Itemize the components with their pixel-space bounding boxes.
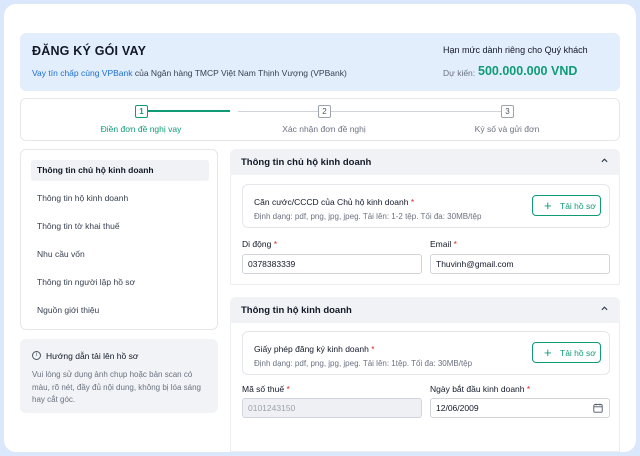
info-icon: i [32,351,41,360]
plus-icon: + [544,198,552,213]
start-date-value: 12/06/2009 [436,403,479,413]
subtitle-text: của Ngân hàng TMCP Việt Nam Thịnh Vượng … [132,68,347,78]
chevron-up-icon[interactable] [601,305,608,312]
limit-value: 500.000.000 VND [478,64,578,78]
vpbank-link[interactable]: Vay tín chấp cùng VPBank [32,68,133,78]
sidebar-item-capital-needs[interactable]: Nhu cầu vốn [31,244,209,265]
sidebar-item-business-info[interactable]: Thông tin hộ kinh doanh [31,188,209,209]
guide-text: Vui lòng sử dụng ảnh chụp hoặc bản scan … [32,370,202,404]
tax-code-input: 0101243150 [242,398,422,418]
owner-section-header[interactable]: Thông tin chủ hộ kinh doanh [230,149,620,175]
step-2-number[interactable]: 2 [318,105,331,118]
business-license-upload: Giấy phép đăng ký kinh doanh * Định dạng… [242,331,610,375]
owner-section-title: Thông tin chủ hộ kinh doanh [241,157,372,168]
id-card-upload-button[interactable]: + Tải hồ sơ [532,195,601,216]
limit-title: Hạn mức dành riêng cho Quý khách [443,45,588,55]
business-section-header[interactable]: Thông tin hộ kinh doanh [230,297,620,323]
sidebar-item-owner-info[interactable]: Thông tin chủ hộ kinh doanh [31,160,209,181]
step-1-number[interactable]: 1 [135,105,148,118]
phone-input[interactable]: 0378383339 [242,254,422,274]
page-header: ĐĂNG KÝ GÓI VAY Vay tín chấp cùng VPBank… [20,33,620,91]
plus-icon: + [544,345,552,360]
step-1-label[interactable]: Điền đơn đề nghị vay [101,124,182,134]
page-subtitle: Vay tín chấp cùng VPBank của Ngân hàng T… [32,68,347,78]
email-label: Email * [430,239,457,249]
progress-stepper: 1 2 3 Điền đơn đề nghị vay Xác nhận đơn … [20,98,620,141]
business-section-title: Thông tin hộ kinh doanh [241,305,352,316]
upload-guide: i Hướng dẫn tải lên hồ sơ Vui lòng sử dụ… [20,339,218,413]
phone-label: Di động * [242,239,277,249]
start-date-label: Ngày bắt đầu kinh doanh * [430,384,531,394]
business-license-upload-button[interactable]: + Tải hồ sơ [532,342,601,363]
id-card-upload: Căn cước/CCCD của Chủ hộ kinh doanh * Đị… [242,184,610,228]
step-3-number[interactable]: 3 [501,105,514,118]
step-connector-1 [148,110,230,112]
start-date-input[interactable]: 12/06/2009 [430,398,610,418]
app-frame: ĐĂNG KÝ GÓI VAY Vay tín chấp cùng VPBank… [4,4,636,452]
step-connector-1b [238,111,323,112]
step-connector-2 [331,111,503,112]
step-2-label[interactable]: Xác nhận đơn đề nghị [282,124,366,134]
business-license-upload-title: Giấy phép đăng ký kinh doanh * [254,344,375,354]
tax-code-label: Mã số thuế * [242,384,290,394]
step-3-label[interactable]: Ký số và gửi đơn [475,124,540,134]
sidebar-item-tax-info[interactable]: Thông tin tờ khai thuế [31,216,209,237]
limit-label: Dự kiến: [443,68,476,78]
id-card-upload-hint: Định dạng: pdf, png, jpg, jpeg. Tải lên:… [254,212,482,221]
sidebar-item-preparer-info[interactable]: Thông tin người lập hồ sơ [31,272,209,293]
section-nav: Thông tin chủ hộ kinh doanh Thông tin hộ… [20,149,218,330]
chevron-up-icon[interactable] [601,157,608,164]
email-input[interactable]: Thuvinh@gmail.com [430,254,610,274]
id-card-upload-title: Căn cước/CCCD của Chủ hộ kinh doanh * [254,197,415,207]
sidebar-item-referral[interactable]: Nguồn giới thiệu [31,300,209,321]
page-title: ĐĂNG KÝ GÓI VAY [32,44,147,58]
business-license-upload-hint: Định dạng: pdf, png, jpg, jpeg. Tải lên:… [254,359,473,368]
calendar-icon[interactable] [593,403,603,413]
guide-title: Hướng dẫn tải lên hồ sơ [46,351,139,361]
